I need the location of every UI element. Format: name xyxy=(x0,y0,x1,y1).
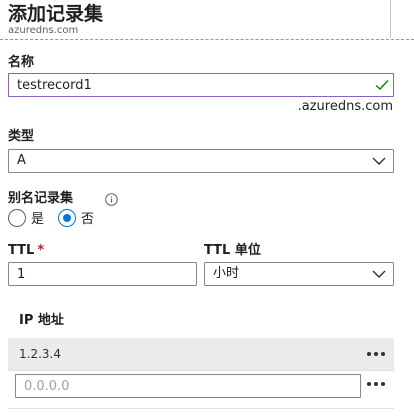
ttl-field[interactable] xyxy=(8,262,197,286)
name-field[interactable] xyxy=(8,73,394,97)
ttl-label-text: TTL xyxy=(8,243,35,258)
more-options-icon[interactable] xyxy=(366,381,386,387)
header-divider xyxy=(0,39,414,40)
name-input[interactable] xyxy=(17,74,393,96)
table-row: 1.2.3.4 xyxy=(8,338,394,370)
ip-address-header: IP 地址 xyxy=(19,313,64,328)
alias-option-no[interactable]: 否 xyxy=(58,208,94,227)
ttl-input[interactable] xyxy=(17,263,196,285)
more-options-icon[interactable] xyxy=(366,351,386,357)
radio-no[interactable] xyxy=(58,208,76,227)
radio-no-label: 否 xyxy=(81,212,95,227)
radio-yes[interactable] xyxy=(8,208,26,227)
scrollbar-track[interactable] xyxy=(390,0,391,38)
add-record-set-panel: 添加记录集 azuredns.com 名称 .azuredns.com 类型 A… xyxy=(0,0,414,420)
ip-address-value: 1.2.3.4 xyxy=(19,347,61,361)
ttl-label: TTL * xyxy=(8,242,44,260)
check-icon xyxy=(375,80,389,90)
row-divider xyxy=(8,408,394,409)
type-label: 类型 xyxy=(8,129,35,144)
ttl-unit-dropdown[interactable]: 小时 xyxy=(204,262,394,286)
zone-suffix: .azuredns.com xyxy=(297,99,393,114)
new-ip-field[interactable] xyxy=(15,374,361,398)
radio-yes-label: 是 xyxy=(31,212,45,227)
name-label: 名称 xyxy=(8,55,35,70)
new-ip-input[interactable] xyxy=(24,375,360,397)
type-selected-value: A xyxy=(17,153,26,168)
chevron-down-icon xyxy=(372,270,386,278)
type-dropdown[interactable]: A xyxy=(8,149,394,173)
page-subtitle: azuredns.com xyxy=(8,25,79,36)
required-marker: * xyxy=(37,243,45,258)
page-title: 添加记录集 xyxy=(8,3,104,25)
alias-label: 别名记录集 xyxy=(8,191,74,206)
alias-option-yes[interactable]: 是 xyxy=(8,208,44,227)
ttl-unit-label: TTL 单位 xyxy=(204,243,261,258)
row-divider xyxy=(8,370,394,371)
info-icon[interactable] xyxy=(105,193,118,206)
chevron-down-icon xyxy=(372,157,386,165)
ttl-unit-selected-value: 小时 xyxy=(213,266,240,281)
